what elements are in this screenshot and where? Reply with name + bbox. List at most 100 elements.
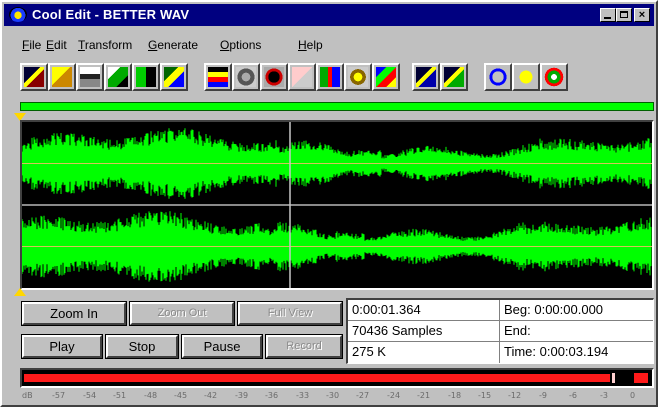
- pause-button[interactable]: Pause: [181, 334, 263, 359]
- time-readout: Time: 0:00:03.194: [504, 344, 609, 359]
- open-wave-tool-button[interactable]: [20, 63, 48, 91]
- level-peak-indicator: [612, 373, 615, 383]
- meter-tick-label: -54: [83, 391, 97, 400]
- menu-accelerator: G: [148, 38, 158, 52]
- meter-tick-label: -12: [508, 391, 522, 400]
- cd-tool-button[interactable]: [540, 63, 568, 91]
- app-window: Cool Edit - BETTER WAV × File Edit Transfo…: [0, 0, 658, 407]
- position-overview-bar[interactable]: [20, 102, 654, 111]
- spectral-tool-button[interactable]: [372, 63, 400, 91]
- loop-tool-button[interactable]: [484, 63, 512, 91]
- meter-tick-label: -42: [204, 391, 218, 400]
- save-icon: [80, 67, 100, 87]
- meter-tick-label: -36: [265, 391, 279, 400]
- brightness-tool-button[interactable]: [344, 63, 372, 91]
- minimize-button[interactable]: [600, 8, 616, 22]
- close-button[interactable]: ×: [634, 8, 650, 22]
- maximize-button[interactable]: [616, 8, 632, 22]
- level-meter-bar: [24, 374, 610, 382]
- menu-item[interactable]: Help: [298, 38, 323, 52]
- cool-edit-app-icon[interactable]: [9, 7, 27, 22]
- menu-label: elp: [306, 38, 323, 52]
- menu-item[interactable]: Generate: [148, 38, 198, 52]
- full-view-button[interactable]: Full View: [237, 301, 343, 326]
- loop-icon: [488, 67, 508, 87]
- position-readout: 0:00:01.364: [352, 302, 421, 317]
- size-readout: 275 K: [352, 344, 386, 359]
- menu-item[interactable]: Edit: [46, 38, 67, 52]
- meter-tick-label: -51: [113, 391, 127, 400]
- menu-accelerator: H: [298, 38, 307, 52]
- help-icon: [516, 67, 536, 87]
- stop-button[interactable]: Stop: [105, 334, 179, 359]
- meter-tick-label: 0: [630, 391, 636, 400]
- menu-label: enerate: [157, 38, 199, 52]
- clip-indicator: [634, 373, 648, 383]
- meter-tick-label: -39: [235, 391, 249, 400]
- echo-icon: [208, 67, 228, 87]
- cue-list-tool-button[interactable]: [412, 63, 440, 91]
- end-marker-icon[interactable]: [14, 288, 26, 296]
- mix-paste-tool-button[interactable]: [160, 63, 188, 91]
- level-meter: [20, 368, 654, 388]
- waveform-display[interactable]: [20, 120, 654, 290]
- noise-tool-button[interactable]: [288, 63, 316, 91]
- record-button[interactable]: Record: [265, 334, 343, 359]
- meter-tick-label: -27: [356, 391, 370, 400]
- waveform-svg: [22, 122, 652, 288]
- info-panel: 0:00:01.364 70436 Samples 275 K Beg: 0:0…: [346, 298, 654, 364]
- mix-paste-icon: [164, 67, 184, 87]
- save-tool-button[interactable]: [76, 63, 104, 91]
- menu-label: ransform: [84, 38, 133, 52]
- meter-tick-label: -30: [326, 391, 340, 400]
- samples-readout: 70436 Samples: [352, 323, 443, 338]
- amplify-icon: [320, 67, 340, 87]
- playlist-tool-button[interactable]: [440, 63, 468, 91]
- play-button[interactable]: Play: [21, 334, 103, 359]
- meter-tick-label: -21: [417, 391, 431, 400]
- help-tool-button[interactable]: [512, 63, 540, 91]
- open-wave-icon: [24, 67, 44, 87]
- window-title: Cool Edit - BETTER WAV: [32, 7, 190, 22]
- meter-tick-label: -15: [478, 391, 492, 400]
- meter-tick-label: -3: [600, 391, 608, 400]
- meter-tick-label: -48: [144, 391, 158, 400]
- close-icon: ×: [638, 9, 646, 21]
- menu-label: ptions: [229, 38, 262, 52]
- playlist-icon: [444, 67, 464, 87]
- meter-tick-label: -57: [52, 391, 66, 400]
- title-bar[interactable]: Cool Edit - BETTER WAV ×: [4, 4, 654, 26]
- spectral-icon: [376, 67, 396, 87]
- open-folder-tool-button[interactable]: [48, 63, 76, 91]
- brightness-icon: [348, 67, 368, 87]
- open-folder-icon: [52, 67, 72, 87]
- amplify-tool-button[interactable]: [316, 63, 344, 91]
- menu-label: ile: [29, 38, 42, 52]
- menu-accelerator: E: [46, 38, 55, 52]
- meter-tick-label: -9: [539, 391, 547, 400]
- reverb-icon: [264, 67, 284, 87]
- menu-accelerator: T: [78, 38, 85, 52]
- append-tool-button[interactable]: [132, 63, 160, 91]
- menu-item[interactable]: Transform: [78, 38, 132, 52]
- menu-item[interactable]: File: [22, 38, 41, 52]
- meter-tick-label: -33: [296, 391, 310, 400]
- zoom-out-button[interactable]: Zoom Out: [129, 301, 235, 326]
- noise-icon: [292, 67, 312, 87]
- echo-tool-button[interactable]: [204, 63, 232, 91]
- meter-tick-label: -24: [387, 391, 401, 400]
- zoom-in-button[interactable]: Zoom In: [21, 301, 127, 326]
- cue-list-icon: [416, 67, 436, 87]
- minimize-icon: [604, 17, 611, 19]
- meter-tick-label: -18: [448, 391, 462, 400]
- begin-readout: Beg: 0:00:00.000: [504, 302, 604, 317]
- filter-tool-button[interactable]: [232, 63, 260, 91]
- toolbar: [20, 63, 658, 95]
- menu-item[interactable]: Options: [220, 38, 261, 52]
- record-to-file-tool-button[interactable]: [104, 63, 132, 91]
- end-readout: End:: [504, 323, 531, 338]
- record-to-file-icon: [108, 67, 128, 87]
- meter-tick-label: -6: [569, 391, 577, 400]
- reverb-tool-button[interactable]: [260, 63, 288, 91]
- menu-accelerator: O: [220, 38, 230, 52]
